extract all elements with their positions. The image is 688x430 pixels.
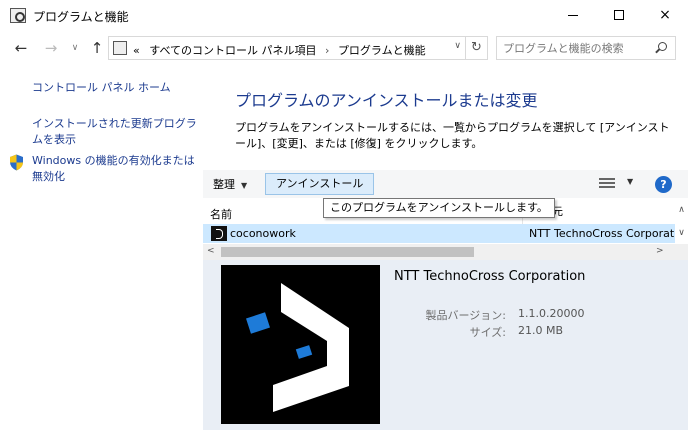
address-bar[interactable]: « すべてのコントロール パネル項目 › プログラムと機能 ∨	[108, 36, 466, 60]
back-button[interactable]: ←	[11, 39, 31, 57]
organize-button[interactable]: 整理 ▼	[213, 176, 247, 192]
refresh-button[interactable]: ↻	[466, 36, 488, 60]
details-version-label: 製品バージョン:	[425, 309, 507, 322]
scroll-right-icon[interactable]: >	[656, 246, 664, 256]
left-pane: コントロール パネル ホーム インストールされた更新プログラムを表示 Windo…	[0, 65, 203, 430]
up-button[interactable]: ↑	[87, 39, 107, 57]
column-header-name[interactable]: 名前	[210, 206, 232, 222]
minimize-icon	[568, 14, 578, 16]
details-pane: NTT TechnoCross Corporation 製品バージョン: 1.1…	[203, 260, 688, 430]
coconowork-app-icon	[211, 226, 227, 241]
view-options-icon[interactable]	[599, 178, 615, 190]
maximize-button[interactable]	[596, 0, 642, 31]
search-box[interactable]	[496, 36, 676, 60]
sidebar-item-control-panel-home[interactable]: コントロール パネル ホーム	[32, 80, 171, 96]
search-input[interactable]	[503, 40, 648, 56]
navigation-bar: ← → ∨ ↑ « すべてのコントロール パネル項目 › プログラムと機能 ∨ …	[0, 31, 688, 65]
breadcrumb-separator-icon[interactable]: ›	[325, 44, 329, 57]
chevron-down-icon: ▼	[241, 181, 248, 190]
sidebar-item-windows-features[interactable]: Windows の機能の有効化または無効化	[32, 153, 197, 185]
maximize-icon	[614, 10, 624, 20]
page-title: プログラムのアンインストールまたは変更	[235, 91, 538, 110]
sidebar-item-installed-updates[interactable]: インストールされた更新プログラムを表示	[32, 116, 197, 148]
table-row[interactable]: coconowork NTT TechnoCross Corporation	[203, 224, 675, 243]
refresh-icon: ↻	[471, 40, 482, 55]
details-size-value: 21.0 MB	[518, 324, 564, 337]
command-toolbar: 整理 ▼ アンインストール ▼ ?	[203, 170, 688, 198]
program-name: coconowork	[230, 227, 296, 240]
close-button[interactable]: ×	[642, 0, 688, 31]
uninstall-tooltip: このプログラムをアンインストールします。	[323, 198, 555, 218]
page-description: プログラムをアンインストールするには、一覧からプログラムを選択して [アンインス…	[235, 121, 670, 150]
title-bar: プログラムと機能 ×	[0, 0, 688, 31]
forward-button[interactable]: →	[41, 39, 61, 57]
up-arrow-icon: ↑	[90, 39, 104, 57]
breadcrumb-overflow-icon[interactable]: «	[133, 44, 140, 57]
minimize-button[interactable]	[550, 0, 596, 31]
breadcrumb-all-items[interactable]: すべてのコントロール パネル項目	[149, 44, 316, 57]
scroll-down-icon[interactable]: ∨	[675, 228, 688, 238]
scroll-up-icon[interactable]: ∧	[675, 205, 688, 215]
horizontal-scrollbar[interactable]: < >	[203, 244, 688, 260]
scrollbar-thumb[interactable]	[221, 247, 474, 257]
details-size-label: サイズ:	[469, 326, 506, 339]
help-icon[interactable]: ?	[655, 176, 672, 193]
breadcrumb-programs-features[interactable]: プログラムと機能	[338, 44, 426, 57]
close-icon: ×	[659, 7, 671, 23]
forward-arrow-icon: →	[44, 39, 58, 57]
chevron-down-icon: ∨	[71, 43, 79, 53]
window-title: プログラムと機能	[33, 10, 129, 24]
programs-features-icon	[10, 8, 26, 23]
address-dropdown-icon[interactable]: ∨	[454, 41, 461, 51]
shield-icon	[10, 154, 23, 171]
organize-label: 整理	[213, 178, 235, 191]
control-panel-icon	[113, 41, 127, 55]
scroll-left-icon[interactable]: <	[207, 246, 215, 256]
view-options-dropdown-icon[interactable]: ▼	[627, 177, 633, 186]
breadcrumb: « すべてのコントロール パネル項目 › プログラムと機能	[133, 42, 426, 58]
coconowork-logo-icon	[221, 265, 380, 424]
program-publisher: NTT TechnoCross Corporation	[529, 227, 675, 240]
details-company: NTT TechnoCross Corporation	[394, 269, 586, 284]
uninstall-button[interactable]: アンインストール	[265, 173, 375, 195]
details-version-value: 1.1.0.20000	[518, 307, 585, 320]
search-icon[interactable]	[658, 42, 667, 51]
recent-locations-button[interactable]: ∨	[65, 39, 85, 57]
back-arrow-icon: ←	[14, 39, 28, 57]
